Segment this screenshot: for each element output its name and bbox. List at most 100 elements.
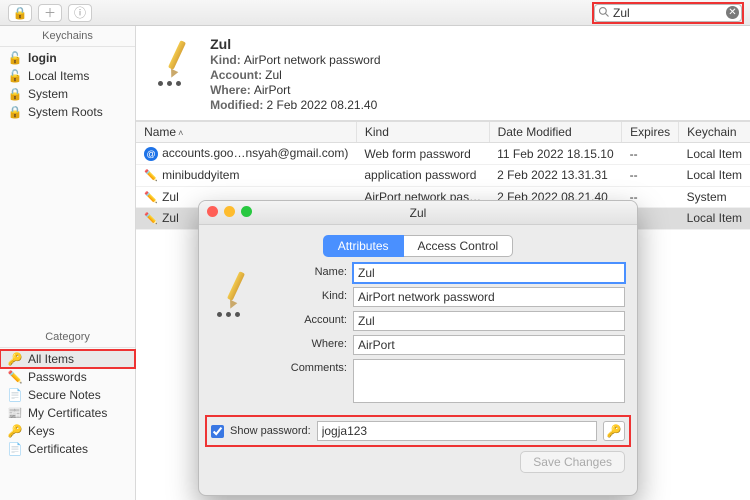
- cert-icon: 📄: [8, 442, 22, 456]
- label-name: Name:: [281, 263, 353, 278]
- keychains-header: Keychains: [0, 26, 135, 47]
- close-window-button[interactable]: [207, 206, 218, 217]
- cell: Zul: [162, 211, 179, 225]
- attributes-form: Name: Kind: Account: Where: Comments:: [281, 263, 625, 407]
- show-password-row-highlight: Show password: 🔑: [209, 419, 627, 443]
- keychain-local-items[interactable]: 🔓 Local Items: [0, 67, 135, 85]
- modal-item-icon: [211, 263, 271, 407]
- col-name[interactable]: Name˄: [136, 122, 356, 143]
- item-large-icon: [152, 36, 196, 80]
- sort-asc-icon: ˄: [178, 128, 183, 138]
- show-password-label: Show password:: [230, 425, 311, 437]
- keychain-system-roots[interactable]: 🔒 System Roots: [0, 103, 135, 121]
- sidebar-item-label: Certificates: [28, 442, 88, 456]
- label-account: Account:: [281, 311, 353, 326]
- kind-field[interactable]: [353, 287, 625, 307]
- pencil-icon: ✏️: [144, 169, 158, 183]
- minimize-window-button[interactable]: [224, 206, 235, 217]
- comments-field[interactable]: [353, 359, 625, 403]
- detail-title: Zul: [210, 36, 380, 52]
- col-kind[interactable]: Kind: [356, 122, 489, 143]
- lock-closed-icon: 🔒: [8, 87, 22, 101]
- search-field-wrap: ✕: [594, 4, 742, 22]
- key-icon: 🔑: [8, 424, 22, 438]
- category-my-certificates[interactable]: 📰 My Certificates: [0, 404, 135, 422]
- category-keys[interactable]: 🔑 Keys: [0, 422, 135, 440]
- category-certificates[interactable]: 📄 Certificates: [0, 440, 135, 458]
- key-icon: 🔑: [8, 352, 22, 366]
- table-row[interactable]: ✏️minibuddyitem application password 2 F…: [136, 165, 750, 187]
- lock-open-icon: 🔓: [8, 69, 22, 83]
- key-icon: 🔑: [607, 424, 622, 438]
- info-button[interactable]: ⓘ: [68, 4, 92, 22]
- toolbar: 🔒 ＋ ⓘ ✕: [0, 0, 750, 26]
- tab-access-control[interactable]: Access Control: [404, 235, 514, 257]
- lock-button[interactable]: 🔒: [8, 4, 32, 22]
- category-list: 🔑All Items ✏️Passwords 📄Secure Notes 📰My…: [0, 348, 135, 460]
- sidebar-item-label: System: [28, 87, 68, 101]
- cell: Local Item: [679, 208, 750, 230]
- lock-open-icon: 🔓: [8, 51, 22, 65]
- zoom-window-button[interactable]: [241, 206, 252, 217]
- modal-titlebar[interactable]: Zul: [199, 201, 637, 225]
- table-row[interactable]: @ accounts.goo…nsyah@gmail.com) Web form …: [136, 143, 750, 165]
- name-field[interactable]: [353, 263, 625, 283]
- where-field[interactable]: [353, 335, 625, 355]
- show-password-checkbox[interactable]: [211, 425, 224, 438]
- item-detail-header: Zul Kind: AirPort network password Accou…: [136, 26, 750, 121]
- sidebar-item-label: Secure Notes: [28, 388, 101, 402]
- cell: Local Item: [679, 165, 750, 187]
- pencil-icon: ✏️: [144, 212, 158, 226]
- password-field[interactable]: [317, 421, 597, 441]
- sidebar-item-label: Passwords: [28, 370, 87, 384]
- detail-text: Zul Kind: AirPort network password Accou…: [210, 36, 380, 112]
- pencil-icon: ✏️: [144, 190, 158, 204]
- detail-modified: Modified: 2 Feb 2022 08.21.40: [210, 98, 380, 112]
- cert-icon: 📰: [8, 406, 22, 420]
- detail-kind: Kind: AirPort network password: [210, 53, 380, 67]
- cell: minibuddyitem: [162, 168, 239, 182]
- sidebar-item-label: System Roots: [28, 105, 103, 119]
- cell: application password: [356, 165, 489, 187]
- modal-title-text: Zul: [410, 206, 427, 220]
- label-comments: Comments:: [281, 359, 353, 374]
- cell: 11 Feb 2022 18.15.10: [489, 143, 622, 165]
- window-controls: [207, 206, 252, 217]
- col-date[interactable]: Date Modified: [489, 122, 622, 143]
- category-header: Category: [0, 327, 135, 348]
- at-icon: @: [144, 147, 158, 161]
- search-icon: [598, 6, 610, 18]
- cell: Zul: [162, 190, 179, 204]
- account-field[interactable]: [353, 311, 625, 331]
- item-info-modal: Zul Attributes Access Control Name: Kind…: [198, 200, 638, 496]
- modal-body: Name: Kind: Account: Where: Comments:: [199, 263, 637, 415]
- keychain-login[interactable]: 🔓 login: [0, 49, 135, 67]
- add-button[interactable]: ＋: [38, 4, 62, 22]
- sidebar-item-label: Local Items: [28, 69, 89, 83]
- search-input[interactable]: [594, 4, 742, 22]
- cell: --: [622, 143, 679, 165]
- col-expires[interactable]: Expires: [622, 122, 679, 143]
- tab-attributes[interactable]: Attributes: [323, 235, 404, 257]
- sidebar-item-label: Keys: [28, 424, 55, 438]
- category-passwords[interactable]: ✏️Passwords: [0, 368, 135, 386]
- category-secure-notes[interactable]: 📄Secure Notes: [0, 386, 135, 404]
- col-keychain[interactable]: Keychain: [679, 122, 750, 143]
- cell: accounts.goo…nsyah@gmail.com): [162, 146, 348, 160]
- cell: Local Item: [679, 143, 750, 165]
- cell: Web form password: [356, 143, 489, 165]
- sidebar-item-label: My Certificates: [28, 406, 107, 420]
- detail-account: Account: Zul: [210, 68, 380, 82]
- modal-tabs: Attributes Access Control: [199, 235, 637, 257]
- lock-closed-icon: 🔒: [8, 105, 22, 119]
- label-kind: Kind:: [281, 287, 353, 302]
- clear-search-icon[interactable]: ✕: [726, 6, 739, 19]
- sidebar-item-label: All Items: [28, 352, 74, 366]
- save-changes-button[interactable]: Save Changes: [520, 451, 625, 473]
- table-header-row: Name˄ Kind Date Modified Expires Keychai…: [136, 122, 750, 143]
- password-assistant-button[interactable]: 🔑: [603, 421, 625, 441]
- sidebar-item-label: login: [28, 51, 57, 65]
- category-all-items[interactable]: 🔑 All Items: [0, 350, 135, 368]
- label-where: Where:: [281, 335, 353, 350]
- keychain-system[interactable]: 🔒 System: [0, 85, 135, 103]
